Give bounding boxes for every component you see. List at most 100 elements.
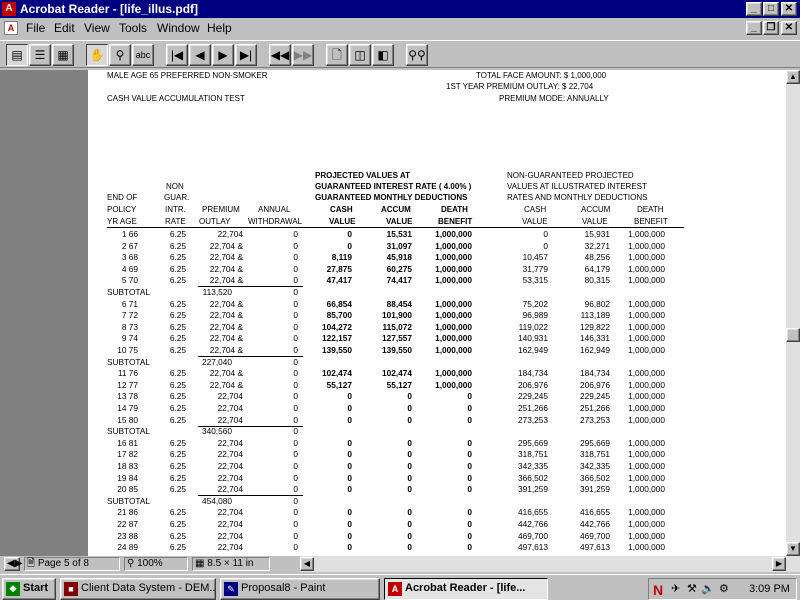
start-button[interactable]: ❖ Start bbox=[2, 578, 56, 600]
status-left-icon[interactable]: ◀▶ bbox=[4, 557, 22, 571]
doc-minimize-button[interactable]: _ bbox=[746, 21, 762, 35]
cell-gc: 0 bbox=[347, 449, 352, 460]
cell-prem: 22,704 bbox=[217, 414, 243, 425]
scroll-down-icon[interactable]: ▼ bbox=[786, 542, 800, 556]
maximize-button[interactable]: □ bbox=[763, 2, 779, 16]
menu-file[interactable]: File bbox=[26, 18, 45, 38]
acrobat-app-icon[interactable]: A bbox=[2, 2, 16, 16]
previous-page-icon[interactable]: ◀ bbox=[189, 44, 211, 66]
page-indicator[interactable]: 🗎 Page 5 of 8 bbox=[24, 557, 120, 571]
task-acrobat-reader[interactable]: A Acrobat Reader - [life... bbox=[384, 578, 548, 600]
scroll-up-icon[interactable]: ▲ bbox=[786, 70, 800, 84]
minimize-button[interactable]: _ bbox=[746, 2, 762, 16]
col-outlay: OUTLAY bbox=[199, 217, 231, 226]
menu-edit[interactable]: Edit bbox=[54, 18, 75, 38]
cell-gc: 85,700 bbox=[326, 310, 352, 321]
doc-restore-button[interactable]: ❐ bbox=[763, 21, 779, 35]
scroll-right-icon[interactable]: ▶ bbox=[772, 557, 786, 571]
cell-gc: 0 bbox=[347, 403, 352, 413]
start-label: Start bbox=[23, 582, 49, 594]
table-row: 8 73 6.25 22,704 & 0 104,272 115,072 1,000,000… bbox=[88, 322, 786, 334]
cell-ga: 0 bbox=[407, 507, 412, 518]
actual-size-icon[interactable]: 🗋 bbox=[326, 44, 348, 66]
next-page-icon[interactable]: ▶ bbox=[212, 44, 234, 66]
header-rule bbox=[107, 227, 684, 228]
table-row: 12 77 6.25 22,704 & 0 55,127 55,127 1,000,000 2… bbox=[88, 380, 786, 392]
find-icon[interactable]: ⚲⚲ bbox=[406, 44, 428, 66]
cell-na: 366,502 bbox=[580, 472, 610, 483]
last-page-icon[interactable]: ▶| bbox=[235, 44, 257, 66]
menu-view[interactable]: View bbox=[84, 18, 110, 38]
cell-gd: 1,000,000 bbox=[435, 275, 472, 286]
document-view[interactable]: MALE AGE 65 PREFERRED NON-SMOKER CASH VA… bbox=[0, 70, 786, 556]
cell-gd: 1,000,000 bbox=[435, 333, 472, 344]
table-row: 20 85 6.25 22,704 0 0 0 0 391,259 391,259 1,000,0… bbox=[88, 484, 786, 496]
network-tray-icon[interactable]: ✈ bbox=[671, 579, 680, 599]
zoom-tool-icon[interactable]: ⚲ bbox=[109, 44, 131, 66]
tray-tool-icon[interactable]: ⚒ bbox=[687, 579, 697, 599]
acrobat-icon: A bbox=[388, 582, 402, 596]
cell-gd: 0 bbox=[467, 414, 472, 425]
cell-gc: 0 bbox=[347, 391, 352, 402]
cell-rate: 6.25 bbox=[169, 252, 186, 263]
task-paint[interactable]: ✎ Proposal8 - Paint bbox=[220, 578, 380, 600]
cell-nd: 1,000,000 bbox=[628, 403, 665, 413]
horizontal-scrollbar[interactable]: ◀ ▶ bbox=[300, 556, 800, 572]
cell-ga: 101,900 bbox=[382, 310, 412, 321]
volume-icon[interactable]: 🔈 bbox=[701, 579, 715, 599]
subtotal-row: SUBTOTAL 454,080 0 bbox=[88, 496, 786, 508]
nonguar-heading-3: RATES AND MONTHLY DEDUCTIONS bbox=[507, 193, 648, 202]
clock[interactable]: 3:09 PM bbox=[749, 579, 790, 599]
cell-gd: 1,000,000 bbox=[435, 368, 472, 379]
page-only-icon[interactable]: ▤ bbox=[6, 44, 28, 66]
fit-width-icon[interactable]: ◧ bbox=[372, 44, 394, 66]
page-size-indicator[interactable]: ▦ 8.5 × 11 in bbox=[192, 557, 270, 571]
cell-rate: 6.25 bbox=[169, 519, 186, 529]
col-policy: POLICY bbox=[107, 205, 137, 214]
table-row: 6 71 6.25 22,704 & 0 66,854 88,454 1,000,000 75… bbox=[88, 299, 786, 311]
cell-na: 146,331 bbox=[580, 333, 610, 344]
cell-year-age: 23 88 bbox=[117, 530, 138, 541]
scroll-left-icon[interactable]: ◀ bbox=[300, 557, 314, 571]
tray-app-icon[interactable]: ⚙ bbox=[719, 579, 729, 599]
go-forward-icon[interactable]: ▶▶ bbox=[292, 44, 314, 66]
title-bar[interactable]: A Acrobat Reader - [life_illus.pdf] _ □ … bbox=[0, 0, 800, 18]
cell-rate: 6.25 bbox=[169, 240, 186, 251]
cell-ga: 0 bbox=[407, 519, 412, 529]
face-amount: TOTAL FACE AMOUNT: $ 1,000,000 bbox=[476, 71, 607, 80]
cell-rate: 6.25 bbox=[169, 507, 186, 518]
cell-nc: 229,245 bbox=[518, 391, 548, 402]
cell-nc: 162,949 bbox=[518, 345, 548, 355]
vertical-scroll-thumb[interactable] bbox=[786, 328, 800, 342]
netscape-tray-icon[interactable]: N bbox=[653, 580, 663, 600]
go-back-icon[interactable]: ◀◀ bbox=[269, 44, 291, 66]
cell-rate: 6.25 bbox=[169, 391, 186, 402]
cell-year-age: 17 82 bbox=[117, 449, 138, 460]
task-client-data-system[interactable]: ■ Client Data System - DEM... bbox=[60, 578, 216, 600]
thumbnails-icon[interactable]: ▦ bbox=[52, 44, 74, 66]
cell-nd: 1,000,000 bbox=[628, 449, 665, 460]
document-icon[interactable]: A bbox=[4, 21, 18, 35]
hand-tool-icon[interactable]: ✋ bbox=[86, 44, 108, 66]
fit-page-icon[interactable]: ◫ bbox=[349, 44, 371, 66]
col-guar-accum-value: VALUE bbox=[386, 217, 413, 226]
text-select-icon[interactable]: abc bbox=[132, 44, 154, 66]
zoom-indicator[interactable]: ⚲ 100% bbox=[124, 557, 188, 571]
cell-prem: 22,704 & bbox=[209, 368, 243, 379]
col-guar: GUAR. bbox=[164, 193, 190, 202]
subtotal-label: SUBTOTAL bbox=[107, 356, 151, 367]
col-premium: PREMIUM bbox=[202, 205, 240, 214]
menu-window[interactable]: Window bbox=[157, 18, 200, 38]
cell-ga: 102,474 bbox=[382, 368, 412, 379]
cell-na: 129,822 bbox=[580, 321, 610, 332]
vertical-scrollbar[interactable]: ▲ ▼ bbox=[786, 70, 800, 556]
doc-close-button[interactable]: ✕ bbox=[781, 21, 797, 35]
menu-help[interactable]: Help bbox=[207, 18, 232, 38]
bookmarks-icon[interactable]: ☰ bbox=[29, 44, 51, 66]
first-page-icon[interactable]: |◀ bbox=[166, 44, 188, 66]
close-button[interactable]: ✕ bbox=[781, 2, 797, 16]
menu-tools[interactable]: Tools bbox=[119, 18, 147, 38]
page-size-label: 8.5 × 11 in bbox=[207, 558, 254, 569]
table-row: 10 75 6.25 22,704 & 0 139,550 139,550 1,000,00… bbox=[88, 345, 786, 357]
cell-nc: 140,931 bbox=[518, 333, 548, 344]
